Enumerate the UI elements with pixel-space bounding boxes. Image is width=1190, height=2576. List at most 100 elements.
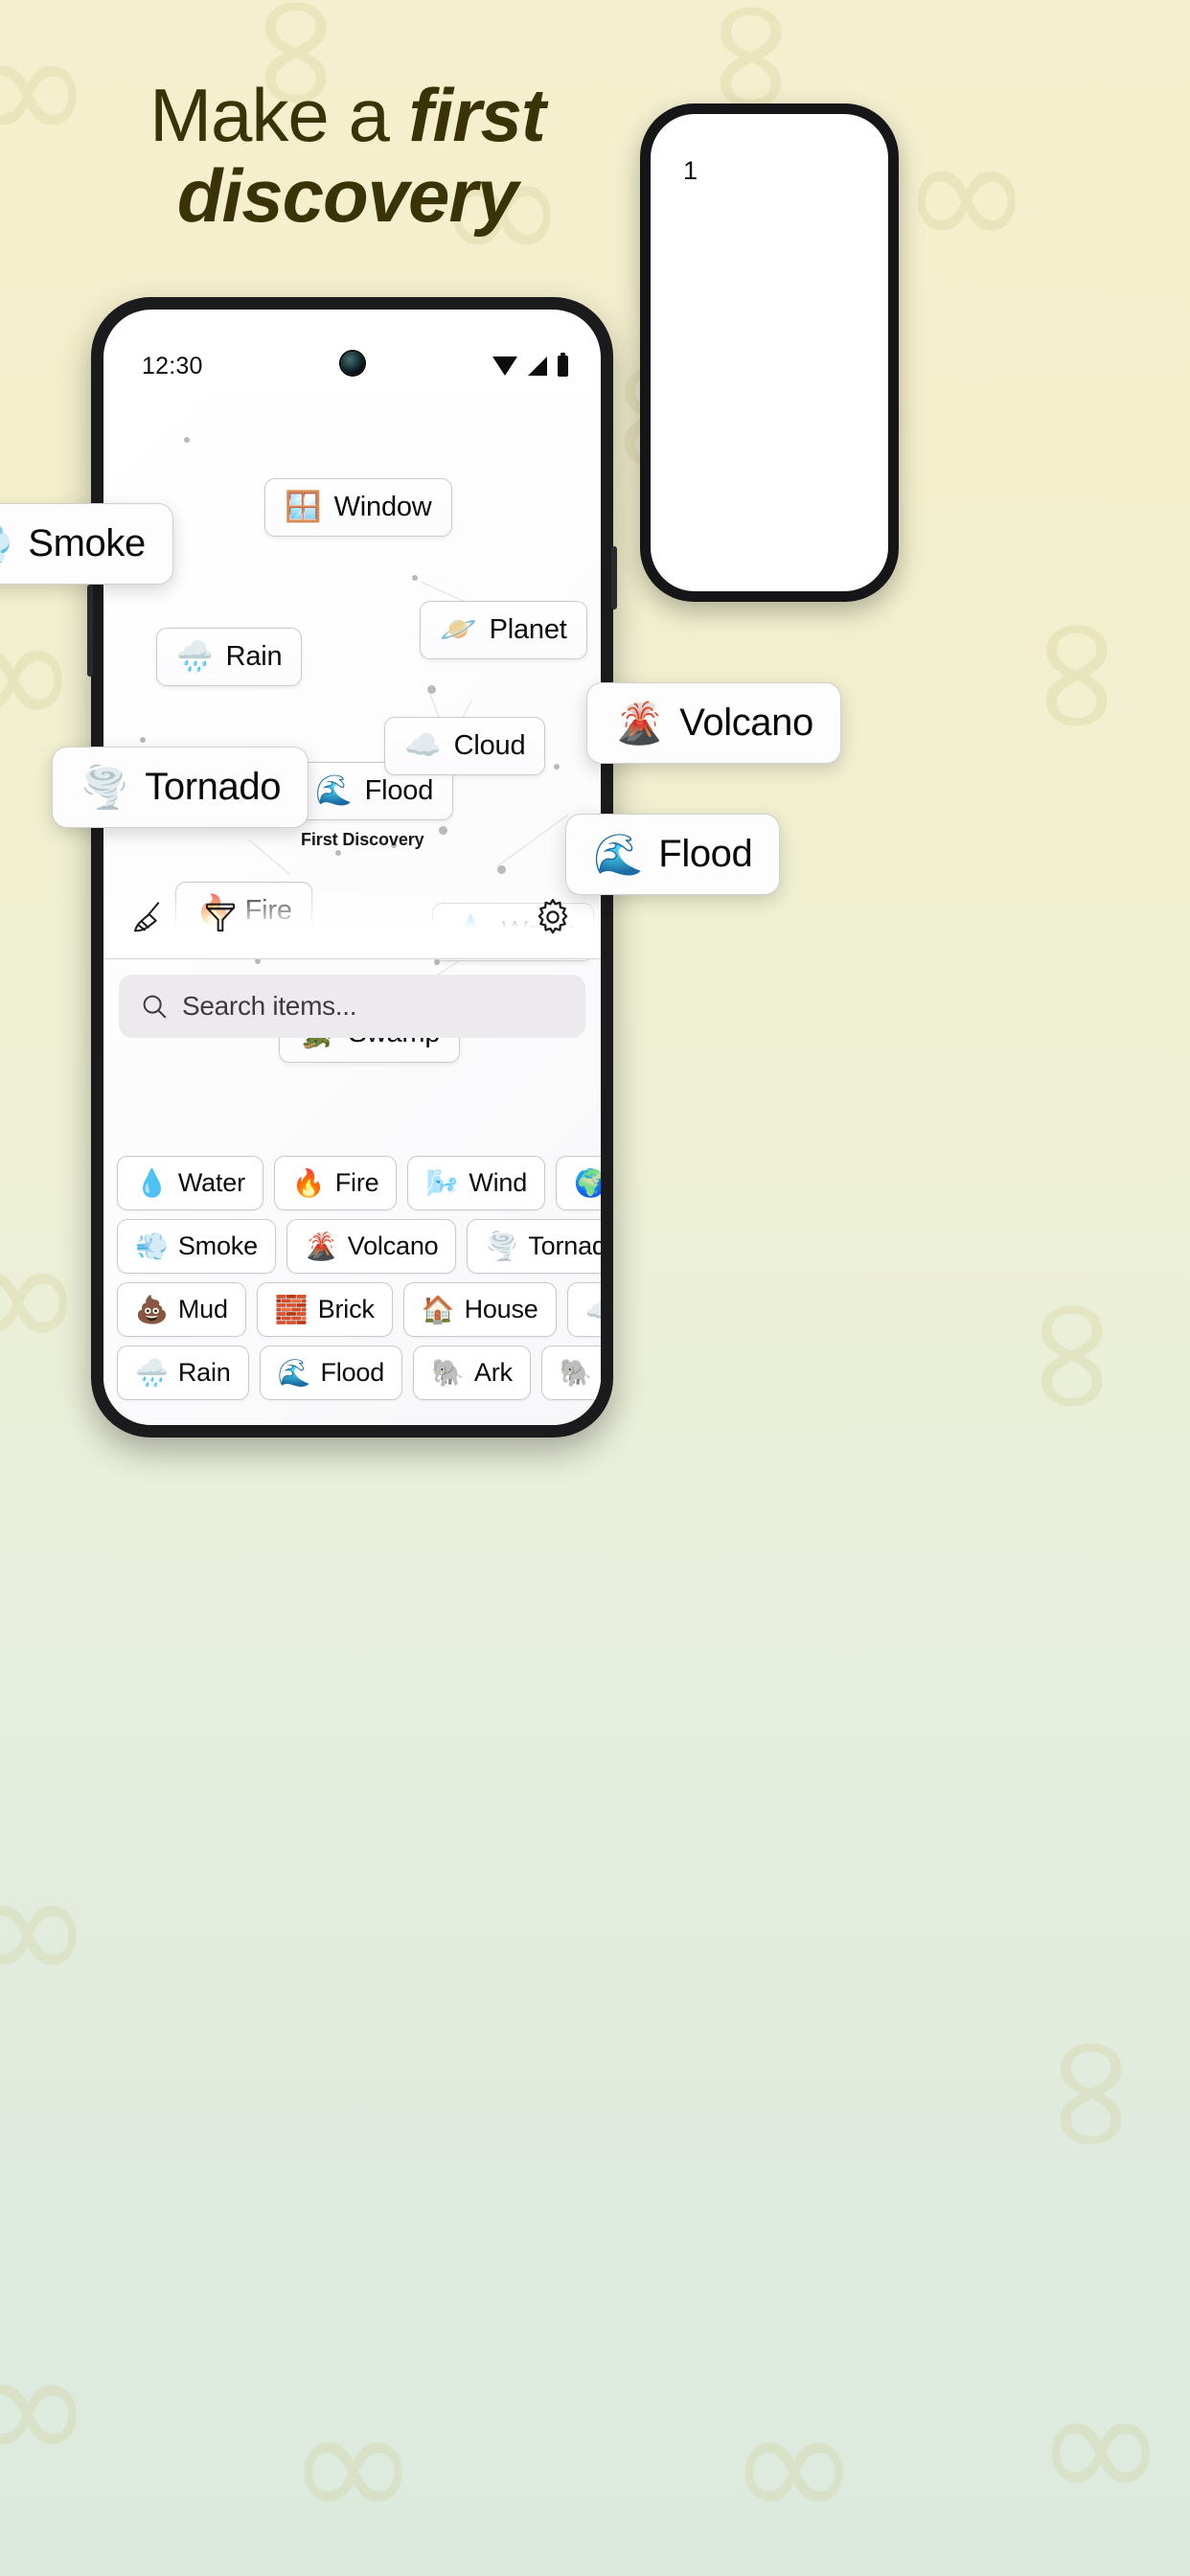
tornado-icon: 🌪️ (485, 1230, 519, 1262)
canvas-card-planet[interactable]: 🪐 Planet (420, 601, 587, 659)
tornado-icon: 🌪️ (80, 763, 130, 811)
item-chip-label: Flood (320, 1358, 385, 1387)
headline-emph-discovery: discovery (176, 153, 518, 239)
canvas-card-window[interactable]: 🪟 Window (264, 478, 452, 537)
item-chip-label: Water (177, 1168, 245, 1197)
gear-icon[interactable] (532, 896, 574, 938)
promo-screenshot: ∞ ∞ ∞ ∞ ∞ ∞ ∞ ∞ ∞ ∞ ∞ ∞ ∞ ∞ ∞ ∞ ∞ Make a… (0, 0, 1190, 2576)
canvas-card-rain[interactable]: 🌧️ Rain (156, 628, 303, 686)
headline-plain-text: Make a (149, 73, 409, 157)
flood-icon: 🌊 (593, 830, 644, 878)
search-input[interactable]: Search items... (119, 975, 585, 1038)
house-icon: 🏠 (421, 1293, 455, 1325)
item-chip-label: Fire (334, 1168, 379, 1197)
first-discovery-badge: First Discovery (301, 830, 424, 849)
item-palette: 💧 Water 🔥 Fire 🌬️ Wind 🌍 Earth (117, 1156, 601, 1400)
flood-icon: 🌊 (315, 773, 353, 808)
volcano-icon: 🌋 (304, 1230, 338, 1262)
item-row: 💨 Smoke 🌋 Volcano 🌪️ Tornado 💨 Steam (117, 1219, 601, 1274)
watermark-infinity: ∞ (0, 581, 80, 765)
graph-node-dot (412, 575, 418, 581)
item-chip-volcano[interactable]: 🌋 Volcano (286, 1219, 457, 1274)
item-chip-tornado[interactable]: 🌪️ Tornado (467, 1219, 601, 1274)
item-row: 🌧️ Rain 🌊 Flood 🐘 Ark 🐘 Noah (117, 1346, 601, 1400)
status-bar: 12:30 (103, 310, 601, 390)
item-chip-ark[interactable]: 🐘 Ark (413, 1346, 531, 1400)
item-chip-label: Mud (177, 1295, 228, 1323)
graph-node-dot (497, 865, 506, 874)
canvas-card-label: Planet (489, 614, 567, 645)
floating-card-volcano[interactable]: 🌋 Volcano (586, 682, 841, 764)
graph-link (248, 840, 290, 875)
watermark-infinity: ∞ (901, 102, 1033, 286)
broom-icon[interactable] (128, 896, 171, 938)
item-chip-label: House (464, 1295, 538, 1323)
status-time: 12:30 (142, 353, 203, 380)
signal-icon (528, 356, 547, 376)
water-icon: 💧 (135, 1166, 169, 1199)
funnel-icon[interactable] (199, 896, 241, 938)
smoke-icon: 💨 (135, 1230, 169, 1262)
item-chip-wind[interactable]: 🌬️ Wind (407, 1156, 546, 1210)
item-chip-brick[interactable]: 🧱 Brick (256, 1282, 393, 1337)
item-chip-smoke[interactable]: 💨 Smoke (117, 1219, 276, 1274)
watermark-infinity: ∞ (0, 2315, 94, 2499)
item-chip-fire[interactable]: 🔥 Fire (273, 1156, 398, 1210)
item-chip-house[interactable]: 🏠 House (402, 1282, 557, 1337)
toolbar-left-group (128, 896, 241, 938)
watermark-infinity: ∞ (0, 1204, 84, 1388)
graph-node-dot (140, 737, 146, 743)
ark-icon: 🐘 (431, 1356, 465, 1389)
item-chip-label: Rain (177, 1358, 231, 1387)
watermark-infinity: ∞ (1035, 2354, 1167, 2538)
item-chip-water[interactable]: 💧 Water (117, 1156, 263, 1210)
headline-line-2: discovery (0, 155, 695, 236)
floating-card-label: Smoke (28, 522, 146, 564)
floating-card-label: Flood (658, 833, 753, 875)
phone-frame: 12:30 🪟 Window 🌧️ Rain 🪐 Planet ☁️ Cloud… (87, 297, 617, 1438)
headline-line-1: Make a first (0, 75, 695, 155)
item-chip-label: Volcano (347, 1231, 439, 1260)
canvas-card-label: Rain (225, 641, 283, 672)
item-chip-earth[interactable]: 🌍 Earth (556, 1156, 601, 1210)
graph-node-dot (184, 437, 190, 443)
earth-icon: 🌍 (574, 1166, 601, 1199)
item-chip-cloud[interactable]: ☁️ Cloud (566, 1282, 601, 1337)
rain-icon: 🌧️ (176, 639, 214, 674)
graph-node-dot (335, 850, 341, 856)
floating-card-label: Tornado (145, 766, 282, 808)
item-chip-noah[interactable]: 🐘 Noah (540, 1346, 601, 1400)
floating-card-flood[interactable]: 🌊 Flood (565, 814, 781, 895)
front-camera-icon (340, 352, 364, 375)
search-placeholder: Search items... (182, 991, 357, 1021)
item-row: 💧 Water 🔥 Fire 🌬️ Wind 🌍 Earth (117, 1156, 601, 1210)
item-chip-label: Brick (317, 1295, 375, 1323)
floating-card-tornado[interactable]: 🌪️ Tornado (52, 747, 309, 828)
canvas-toolbar (103, 885, 601, 959)
watermark-infinity: ∞ (0, 1836, 94, 2020)
power-button[interactable] (611, 546, 617, 610)
battery-icon (558, 353, 568, 377)
graph-node-dot (427, 685, 436, 694)
canvas-card-cloud[interactable]: ☁️ Cloud (384, 717, 546, 775)
cloud-icon: ☁️ (585, 1296, 601, 1323)
smoke-icon: 💨 (0, 523, 12, 564)
item-chip-mud[interactable]: 💩 Mud (117, 1282, 246, 1337)
item-chip-rain[interactable]: 🌧️ Rain (117, 1346, 249, 1400)
canvas-card-label: Window (333, 492, 432, 522)
rain-icon: 🌧️ (135, 1356, 169, 1389)
status-icons (492, 353, 568, 377)
volume-button[interactable] (87, 585, 93, 677)
cloud-icon: ☁️ (404, 728, 442, 763)
item-chip-label: Tornado (528, 1231, 601, 1260)
mud-icon: 💩 (135, 1293, 169, 1325)
graph-link (496, 814, 569, 867)
watermark-infinity: ∞ (728, 2373, 860, 2557)
floating-card-label: Volcano (679, 702, 813, 744)
item-chip-flood[interactable]: 🌊 Flood (259, 1346, 403, 1400)
window-icon: 🪟 (285, 490, 322, 524)
noah-icon: 🐘 (559, 1356, 593, 1389)
flood-icon: 🌊 (277, 1356, 311, 1389)
page-title: Make a first discovery (0, 75, 695, 236)
floating-card-smoke[interactable]: 💨 Smoke (0, 503, 173, 585)
